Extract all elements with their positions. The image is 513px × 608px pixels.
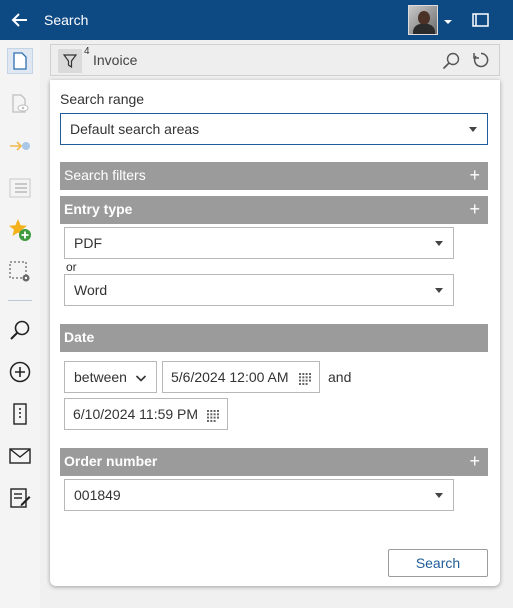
add-circle-icon[interactable] (8, 360, 32, 384)
chevron-down-icon (435, 288, 443, 293)
add-favorite-icon[interactable] (8, 218, 32, 242)
order-number-header[interactable]: Order number + (60, 448, 488, 476)
top-bar: Search (0, 0, 513, 40)
reset-icon[interactable] (472, 51, 490, 69)
search-icon[interactable] (8, 318, 32, 342)
page-title: Search (44, 12, 89, 28)
entry-type-header[interactable]: Entry type + (60, 196, 488, 224)
left-rail (0, 40, 40, 608)
entry-type-select-2[interactable]: Word (64, 274, 454, 306)
chevron-down-icon (469, 127, 477, 132)
window-icon[interactable] (472, 13, 489, 27)
document-icon[interactable] (7, 48, 33, 74)
workflow-icon (8, 134, 32, 158)
search-range-label: Search range (60, 91, 145, 107)
chevron-down-icon (135, 371, 147, 387)
rail-divider (8, 300, 32, 301)
chevron-down-icon (435, 241, 443, 246)
calendar-icon[interactable] (207, 409, 219, 422)
plus-icon[interactable]: + (469, 166, 480, 184)
edit-form-icon[interactable] (8, 486, 32, 510)
filter-button[interactable] (58, 49, 82, 73)
preview-document-icon (8, 92, 32, 116)
mail-icon[interactable] (8, 444, 32, 468)
chevron-down-icon[interactable] (443, 14, 453, 24)
order-number-select[interactable]: 001849 (64, 479, 454, 511)
search-range-select[interactable]: Default search areas (60, 113, 488, 145)
list-view-icon (8, 176, 32, 200)
start-date-field[interactable]: 5/6/2024 12:00 AM (162, 361, 320, 393)
or-label: or (66, 260, 77, 274)
date-header: Date (60, 324, 488, 352)
end-date-field[interactable]: 6/10/2024 11:59 PM (64, 398, 228, 430)
search-template-name: Invoice (93, 52, 138, 68)
search-panel: Search range Default search areas Search… (50, 80, 500, 586)
search-filters-header[interactable]: Search filters + (60, 162, 488, 190)
search-icon[interactable] (442, 52, 460, 70)
scanner-icon[interactable] (8, 402, 32, 426)
filter-count-badge: 4 (84, 46, 90, 57)
selection-settings-icon[interactable] (8, 260, 32, 284)
entry-type-select-1[interactable]: PDF (64, 227, 454, 259)
chevron-down-icon (435, 493, 443, 498)
avatar[interactable] (408, 5, 438, 35)
plus-icon[interactable]: + (469, 200, 480, 218)
and-label: and (328, 369, 352, 385)
search-button[interactable]: Search (388, 549, 488, 577)
search-header-bar: 4 Invoice (50, 44, 500, 76)
calendar-icon[interactable] (299, 372, 311, 385)
back-arrow-icon[interactable] (10, 10, 30, 30)
plus-icon[interactable]: + (469, 452, 480, 470)
date-operator-select[interactable]: between (64, 361, 157, 393)
